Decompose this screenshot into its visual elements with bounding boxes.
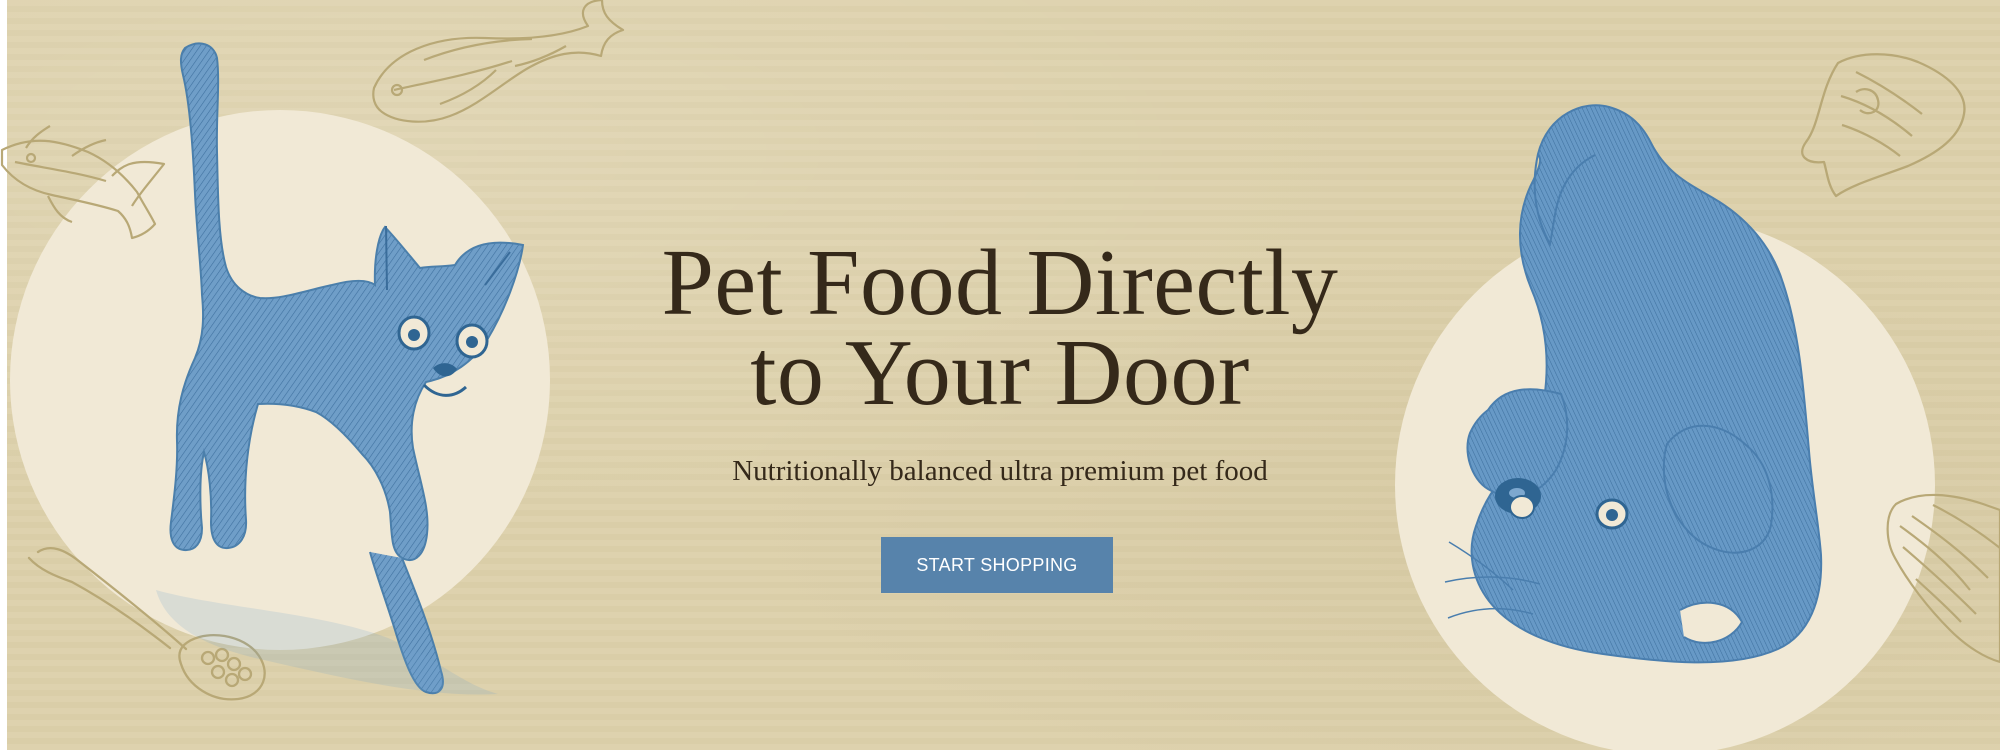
salmon-steak-icon: [1801, 53, 1966, 198]
start-shopping-button[interactable]: START SHOPPING: [881, 537, 1113, 593]
hero-banner: Pet Food Directly to Your Door Nutrition…: [0, 0, 2000, 750]
hero-headline: Pet Food Directly to Your Door: [560, 231, 1440, 425]
hero-headline-line-1: Pet Food Directly: [661, 231, 1339, 335]
sea-bream-fish-icon: [372, 0, 625, 123]
hero-headline-line-2: to Your Door: [750, 321, 1250, 425]
hero-subtitle: Nutritionally balanced ultra premium pet…: [732, 455, 1268, 487]
